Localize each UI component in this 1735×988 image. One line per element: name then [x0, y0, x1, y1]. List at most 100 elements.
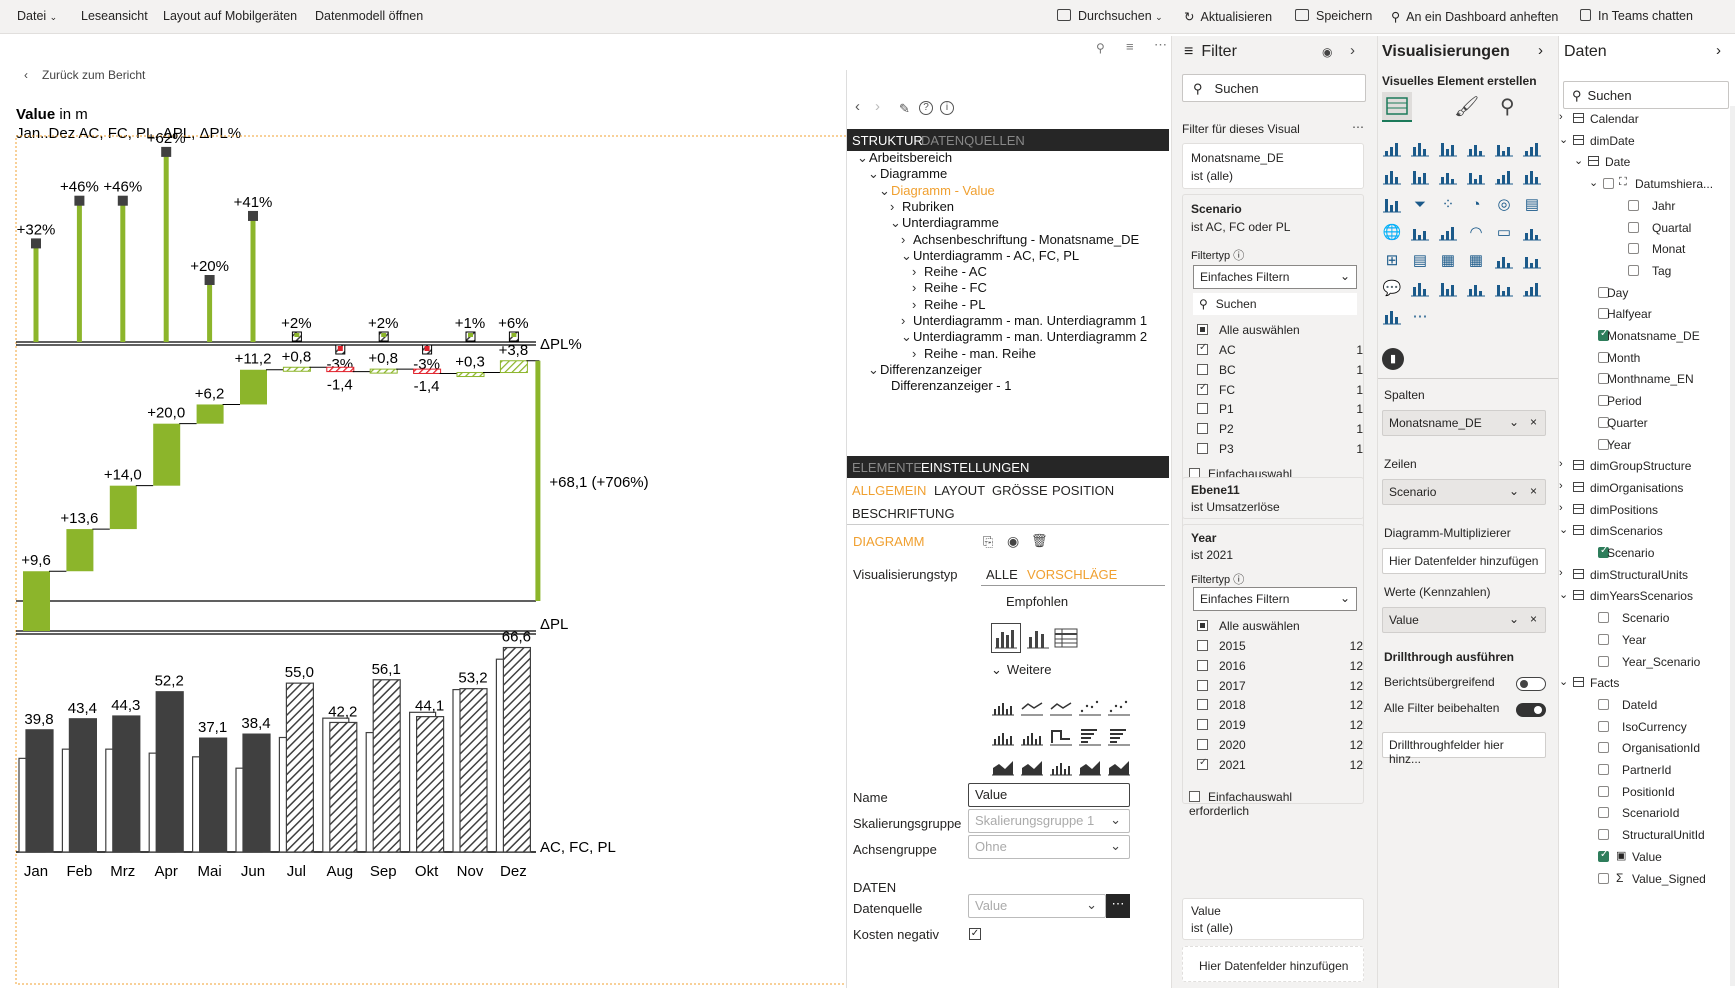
stacked-bar-icon[interactable] — [1382, 140, 1402, 158]
filter-card-ebene[interactable]: Ebene11 ist Umsatzerlöse — [1182, 477, 1364, 519]
more-types-toggle[interactable]: ⌄ Weitere — [991, 662, 1051, 678]
card-icon[interactable]: ▭ — [1494, 224, 1514, 242]
filter-type-select[interactable]: Einfaches Filtern ⌄ — [1193, 587, 1357, 611]
area-icon[interactable] — [1020, 755, 1044, 779]
viz-tab-suggest[interactable]: VORSCHLÄGE — [1027, 567, 1117, 582]
tree-node[interactable]: ⌄Diagramme — [868, 166, 947, 182]
edit-icon[interactable]: ✎ — [899, 101, 910, 117]
field-row[interactable]: PartnerId — [1559, 761, 1729, 781]
filled-map-icon[interactable] — [1410, 224, 1430, 242]
tab-elements[interactable]: ELEMENTE — [852, 460, 922, 475]
filter-value-row[interactable]: 2017 12 — [1197, 679, 1363, 693]
paginated-icon[interactable] — [1466, 280, 1486, 298]
scatter-icon[interactable]: ⁘ — [1438, 196, 1458, 214]
filter-value-checkbox[interactable] — [1197, 423, 1208, 435]
ibcs-chart[interactable]: +32%+46% +46%+62%+20%+41%+2%-3%+2%-3%+1% +… — [6, 36, 852, 988]
tab-layout[interactable]: LAYOUT — [934, 483, 985, 498]
table-node[interactable]: ⌄ dimDate — [1559, 132, 1729, 152]
field-row[interactable]: Quarter — [1559, 414, 1729, 434]
step-icon[interactable] — [1049, 725, 1073, 749]
field-row[interactable]: ScenarioId — [1559, 804, 1729, 824]
axis-group-select[interactable]: Ohne ⌄ — [968, 835, 1130, 859]
single-select-row[interactable]: Einfachauswahl erforderlich — [1189, 790, 1355, 818]
tab-datasources[interactable]: DATENQUELLEN — [921, 133, 1025, 148]
matrix-icon[interactable]: ▦ — [1466, 252, 1486, 270]
field-checkbox[interactable] — [1598, 633, 1609, 645]
field-checkbox[interactable] — [1628, 243, 1639, 255]
filter-value-checkbox[interactable] — [1197, 699, 1208, 711]
tree-node[interactable]: Differenzanzeiger - 1 — [879, 378, 1011, 393]
bar-icon[interactable] — [991, 725, 1015, 749]
zebra-custom-visual-icon[interactable]: ▮ — [1382, 348, 1404, 370]
field-row[interactable]: OrganisationId — [1559, 739, 1729, 759]
columns-well[interactable]: Monatsname_DE ⌄ × — [1382, 410, 1546, 436]
add-filter-fields-well[interactable]: Hier Datenfelder hinzufügen — [1182, 946, 1364, 982]
decomposition-tree-icon[interactable] — [1522, 252, 1542, 270]
nav-forward-icon[interactable]: › — [875, 98, 880, 115]
field-row[interactable]: Period — [1559, 392, 1729, 412]
tree-node[interactable]: › Achsenbeschriftung - Monatsname_DE — [901, 232, 1139, 247]
field-checkbox[interactable] — [1598, 849, 1609, 862]
filter-icon[interactable]: ≡ — [1126, 39, 1134, 54]
more-options-icon[interactable]: ⋯ — [1154, 37, 1167, 53]
tree-node[interactable]: ⌄Arbeitsbereich — [857, 150, 952, 166]
filter-value-row[interactable]: 2019 12 — [1197, 718, 1363, 732]
filter-value-row[interactable]: AC 1 — [1197, 342, 1363, 357]
tab-size[interactable]: GRÖSSE — [992, 483, 1048, 498]
select-all-row[interactable]: Alle auswählen — [1197, 619, 1363, 633]
kpi-icon[interactable]: ⊞ — [1382, 252, 1402, 270]
power-apps-icon[interactable] — [1494, 280, 1514, 298]
scrollbar[interactable] — [1730, 106, 1735, 986]
more-options-icon[interactable]: ⋯ — [1352, 120, 1364, 134]
filter-value-checkbox[interactable] — [1197, 757, 1208, 770]
line-clustered-icon[interactable] — [1494, 168, 1514, 186]
refresh-button[interactable]: ↻ Aktualisieren — [1184, 9, 1272, 24]
tree-node[interactable]: ⌄Diagramm - Value — [879, 183, 995, 199]
tab-structure[interactable]: STRUKTUR — [852, 133, 923, 148]
waterfall-icon[interactable] — [1382, 196, 1402, 214]
drillthrough-fields-well[interactable]: Drillthroughfelder hier hinz... — [1382, 732, 1546, 766]
column-chart-icon[interactable] — [1025, 625, 1051, 651]
mobile-layout-button[interactable]: Layout auf Mobilgeräten — [163, 9, 297, 23]
tab-general[interactable]: ALLGEMEIN — [852, 483, 926, 498]
data-source-more-button[interactable]: ⋯ — [1106, 894, 1130, 918]
field-row[interactable]: Monthname_EN — [1559, 370, 1729, 390]
table-node[interactable]: › dimGroupStructure — [1559, 457, 1729, 477]
collapse-icon[interactable]: › — [1716, 42, 1721, 59]
table-node[interactable]: ⌄ Date — [1559, 153, 1729, 173]
field-row[interactable]: Year_Scenario — [1559, 653, 1729, 673]
filter-value-checkbox[interactable] — [1197, 342, 1208, 355]
tree-node[interactable]: ⌄Differenzanzeiger — [868, 362, 982, 378]
field-row[interactable]: ▣ Value — [1559, 848, 1729, 868]
horizontal-bar-icon[interactable] — [1107, 725, 1131, 749]
stacked-column-icon[interactable] — [1410, 140, 1430, 158]
field-row[interactable]: Scenario — [1559, 544, 1729, 564]
data-search-input[interactable]: ⚲ Suchen — [1563, 81, 1729, 109]
scatter-icon[interactable] — [1078, 695, 1102, 719]
key-influencers-icon[interactable] — [1494, 252, 1514, 270]
field-row[interactable]: Quartal — [1559, 219, 1729, 239]
filter-value-row[interactable]: BC 1 — [1197, 363, 1363, 377]
area-icon[interactable] — [1078, 755, 1102, 779]
line-column-icon[interactable] — [1466, 168, 1486, 186]
field-checkbox[interactable] — [1628, 199, 1639, 211]
field-checkbox[interactable] — [1598, 742, 1609, 754]
field-row[interactable]: Scenario — [1559, 609, 1729, 629]
goals-icon[interactable] — [1438, 280, 1458, 298]
line-icon[interactable] — [1049, 695, 1073, 719]
select-all-row[interactable]: Alle auswählen — [1197, 323, 1363, 337]
field-checkbox[interactable] — [1598, 785, 1609, 797]
area-chart-icon[interactable] — [1410, 168, 1430, 186]
horizontal-bar-icon[interactable] — [1078, 725, 1102, 749]
line-icon[interactable] — [1020, 695, 1044, 719]
filter-value-checkbox[interactable] — [1197, 679, 1208, 691]
tree-node[interactable]: ⌄Unterdiagramm - man. Unterdiagramm 2 — [901, 329, 1147, 345]
field-row[interactable]: Year — [1559, 436, 1729, 456]
tab-position[interactable]: POSITION — [1052, 483, 1114, 498]
field-row[interactable]: StructuralUnitId — [1559, 826, 1729, 846]
close-icon[interactable]: × — [1530, 484, 1537, 498]
close-icon[interactable]: × — [1530, 612, 1537, 626]
tree-node[interactable]: › Reihe - man. Reihe — [912, 346, 1036, 361]
filter-value-checkbox[interactable] — [1197, 640, 1208, 651]
filter-value-checkbox[interactable] — [1197, 403, 1208, 415]
